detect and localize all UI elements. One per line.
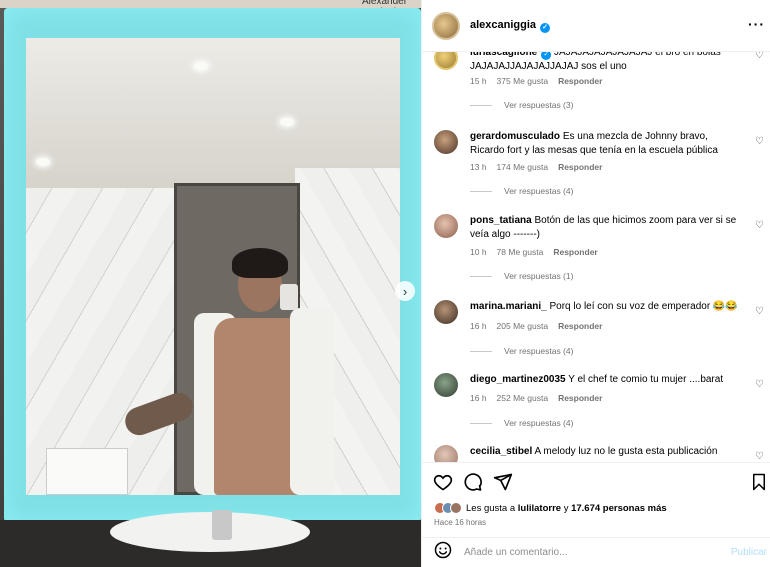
ceiling-light: [36, 158, 50, 166]
person-hair: [232, 248, 288, 278]
divider: [470, 276, 492, 278]
wall-sign: [46, 448, 128, 495]
comment-username[interactable]: luriascaglione: [470, 52, 537, 58]
heart-icon[interactable]: [432, 471, 454, 493]
post-sidebar: alexcaniggia ✓ ··· luriascaglione ✓ JAJAJA…: [421, 0, 770, 567]
likes-prefix: Les gusta a: [466, 502, 518, 514]
comment-username[interactable]: pons_tatiana: [470, 215, 532, 226]
heart-icon[interactable]: ♡: [755, 52, 764, 61]
bookmark-icon[interactable]: [748, 471, 770, 493]
mirror-frame: [4, 8, 421, 522]
more-icon[interactable]: ···: [748, 16, 765, 32]
avatar: [450, 502, 462, 514]
photo-top-strip: [0, 0, 421, 8]
author-username[interactable]: alexcaniggia: [470, 19, 536, 31]
heart-icon[interactable]: ♡: [755, 379, 764, 390]
comment-username[interactable]: gerardomusculado: [470, 131, 560, 142]
reply-button[interactable]: Responder: [558, 393, 602, 403]
comments-list[interactable]: luriascaglione ✓ JAJAJAJAJAJAJAJAJ el bro…: [422, 52, 770, 462]
ceiling-light: [194, 62, 208, 70]
comment-text: A melody luz no le gusta esta publicació…: [534, 446, 718, 457]
view-replies-button[interactable]: Ver respuestas (4): [504, 186, 573, 196]
avatar[interactable]: [434, 373, 458, 397]
post-time[interactable]: Hace 16 horas: [434, 518, 486, 527]
avatar[interactable]: [434, 214, 458, 238]
view-replies-button[interactable]: Ver respuestas (1): [504, 271, 573, 281]
view-replies-button[interactable]: Ver respuestas (4): [504, 418, 573, 428]
comment-time: 15 h: [470, 76, 487, 86]
comment-likes[interactable]: 252 Me gusta: [497, 393, 549, 403]
comment-time: 16 h: [470, 321, 487, 331]
divider: [470, 423, 492, 425]
likes-count[interactable]: 17.674 personas más: [571, 503, 667, 514]
comment-time: 10 h: [470, 247, 487, 257]
add-comment-bar: Añade un comentario... Publicar: [422, 537, 770, 567]
avatar[interactable]: [434, 300, 458, 324]
comment-text: Y el chef te comio tu mujer ....barat: [568, 374, 724, 385]
phone: [280, 284, 298, 310]
chevron-right-icon: ›: [402, 283, 408, 299]
avatar[interactable]: [434, 445, 458, 462]
view-replies-button[interactable]: Ver respuestas (3): [504, 100, 573, 110]
comment-likes[interactable]: 375 Me gusta: [497, 76, 549, 86]
liked-by-user[interactable]: lulilatorre: [518, 503, 561, 514]
comment-username[interactable]: marina.mariani_: [470, 301, 547, 312]
robe-right: [290, 308, 334, 495]
heart-icon[interactable]: ♡: [755, 136, 764, 147]
heart-icon[interactable]: ♡: [755, 220, 764, 231]
post-header: alexcaniggia ✓ ···: [422, 0, 770, 52]
verified-icon: ✓: [541, 52, 552, 60]
next-photo-button[interactable]: ›: [395, 281, 415, 301]
reply-button[interactable]: Responder: [558, 321, 602, 331]
post-photo[interactable]: Alexander Caniggia: [0, 0, 421, 567]
view-replies-button[interactable]: Ver respuestas (4): [504, 346, 573, 356]
heart-icon[interactable]: ♡: [755, 451, 764, 462]
instagram-post-view: Alexander Caniggia: [0, 0, 770, 567]
likes-middle: y: [561, 502, 572, 514]
faucet: [212, 510, 232, 540]
reply-button[interactable]: Responder: [558, 162, 602, 172]
ceiling-light: [280, 118, 294, 126]
verified-icon: ✓: [540, 22, 551, 33]
comment-text: Porq lo leí con su voz de emperador 😂😂: [549, 301, 738, 312]
comment-input[interactable]: Añade un comentario...: [464, 547, 731, 558]
publish-button[interactable]: Publicar: [731, 547, 767, 558]
emoji-icon[interactable]: [434, 541, 452, 564]
avatar[interactable]: [432, 11, 460, 40]
ceiling: [26, 38, 400, 188]
avatar[interactable]: [434, 130, 458, 154]
divider: [470, 351, 492, 353]
comment-icon[interactable]: [462, 471, 484, 493]
reply-button[interactable]: Responder: [558, 76, 602, 86]
comment-likes[interactable]: 174 Me gusta: [497, 162, 549, 172]
reply-button[interactable]: Responder: [553, 247, 597, 257]
divider: [470, 105, 492, 107]
post-actions: [422, 462, 770, 500]
comment-likes[interactable]: 205 Me gusta: [497, 321, 549, 331]
mirror-reflection: [26, 38, 400, 495]
sink: [110, 512, 310, 552]
comment-time: 13 h: [470, 162, 487, 172]
comment-time: 16 h: [470, 393, 487, 403]
avatar[interactable]: [434, 52, 458, 70]
comment-username[interactable]: cecilia_stibel: [470, 446, 532, 457]
share-icon[interactable]: [492, 471, 514, 493]
likes-summary: Les gusta a lulilatorre y 17.674 persona…: [434, 500, 667, 516]
heart-icon[interactable]: ♡: [755, 306, 764, 317]
divider: [470, 191, 492, 193]
comment-likes[interactable]: 78 Me gusta: [497, 247, 544, 257]
comment-username[interactable]: diego_martinez0035: [470, 374, 566, 385]
